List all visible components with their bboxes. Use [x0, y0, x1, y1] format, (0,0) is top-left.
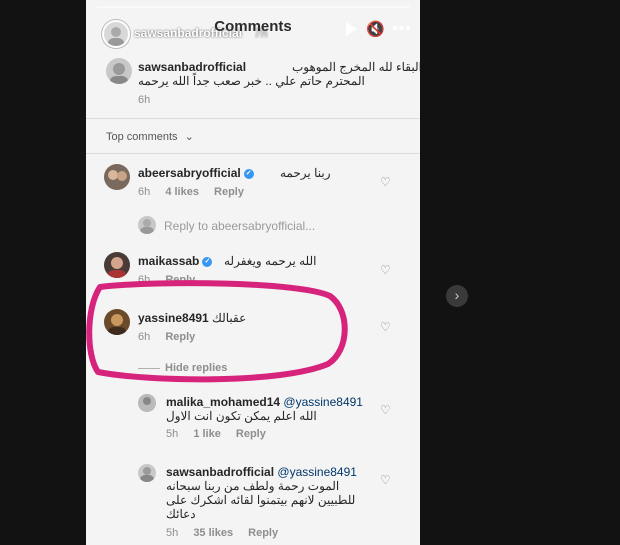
comment-username[interactable]: maikassab ✓ [138, 254, 213, 268]
mention-link[interactable]: @yassine8491 [277, 465, 357, 479]
comment-meta: 6h 4 likes Reply [138, 186, 256, 198]
avatar[interactable] [138, 394, 156, 412]
likes-count[interactable]: 1 like [193, 428, 221, 440]
reply-text-line1: الموت رحمة ولطف من ربنا سبحانه [166, 479, 340, 493]
heart-icon[interactable]: ♡ [380, 404, 392, 416]
avatar-photo-icon [110, 63, 128, 84]
caption-time: 6h [138, 94, 151, 106]
reply-row: sawsanbadrofficial @yassine8491 الموت رح… [86, 462, 420, 542]
comment-row: maikassab ✓ الله يرحمه ويغفرله 6h Reply ♡ [86, 250, 420, 290]
mute-icon[interactable]: 🔇 [366, 22, 385, 38]
avatar-photo-icon [140, 467, 154, 482]
play-icon[interactable] [346, 22, 357, 36]
reply-time: 5h [166, 428, 179, 440]
avatar[interactable] [138, 464, 156, 482]
reply-button[interactable]: Reply [236, 428, 266, 440]
comment-time: 6h [138, 186, 151, 198]
reply-time: 5h [166, 527, 179, 539]
next-story-button[interactable]: › [446, 285, 468, 307]
reply-text-line3: دعائك [166, 507, 196, 521]
heart-icon[interactable]: ♡ [380, 264, 392, 276]
likes-count[interactable]: 35 likes [193, 527, 233, 539]
sort-dropdown[interactable]: Top comments ⌄ [106, 130, 194, 143]
screenshot-stage: sawsanbadrofficial 7h Comments 🔇 ••• saw… [0, 0, 620, 545]
reply-text-line2: للطبيين لانهم بيتمنوا لقائه اشكرك على [166, 493, 356, 507]
chevron-down-icon: ⌄ [184, 131, 194, 143]
divider [138, 368, 160, 369]
avatar-photo-icon [104, 164, 130, 190]
comment-time: 6h [138, 331, 151, 343]
avatar-photo-icon [140, 219, 154, 234]
caption-username[interactable]: sawsanbadrofficial [138, 60, 246, 74]
story-header: sawsanbadrofficial 7h Comments 🔇 ••• [86, 0, 420, 60]
caption-text-line1: البقاء لله المخرج الموهوب [291, 60, 420, 74]
comment-meta: 6h Reply [138, 274, 207, 286]
reply-button[interactable]: Reply [248, 527, 278, 539]
comment-time: 6h [138, 274, 151, 286]
verified-badge-icon: ✓ [243, 168, 254, 179]
comment-username[interactable]: yassine8491 [138, 311, 209, 325]
reply-button[interactable]: Reply [165, 331, 195, 343]
verified-badge-icon: ✓ [202, 256, 213, 267]
avatar [138, 216, 156, 234]
comment-username-text[interactable]: abeersabryofficial [138, 166, 241, 180]
hide-replies-button[interactable]: Hide replies [165, 362, 227, 374]
reply-button[interactable]: Reply [214, 186, 244, 198]
mention-link[interactable]: @yassine8491 [283, 395, 363, 409]
reply-row: malika_mohamed14 @yassine8491 الله اعلم … [86, 392, 420, 442]
comment-username-text[interactable]: maikassab [138, 254, 199, 268]
avatar[interactable] [104, 309, 130, 335]
comment-row: yassine8491 عقبالك 6h Reply ♡ [86, 307, 420, 347]
reply-username-text[interactable]: sawsanbadrofficial [166, 465, 274, 479]
divider [86, 153, 420, 154]
reply-username[interactable]: sawsanbadrofficial @yassine8491 [166, 465, 357, 479]
caption-text-line2: المحترم حاتم علي .. خبر صعب جداً الله ير… [138, 74, 365, 88]
story-panel: sawsanbadrofficial 7h Comments 🔇 ••• saw… [86, 0, 420, 545]
comment-username[interactable]: abeersabryofficial ✓ [138, 166, 254, 180]
comment-text: الله يرحمه ويغفرله [224, 254, 317, 268]
reply-input-row: Reply to abeersabryofficial... [86, 214, 420, 236]
heart-icon[interactable]: ♡ [380, 176, 392, 188]
reply-input[interactable]: Reply to abeersabryofficial... [164, 219, 315, 233]
more-options-icon[interactable]: ••• [392, 21, 411, 38]
comment-text: عقبالك [212, 311, 247, 325]
sort-label: Top comments [106, 131, 178, 143]
reply-meta: 5h 35 likes Reply [166, 527, 290, 539]
divider [86, 118, 420, 119]
heart-icon[interactable]: ♡ [380, 321, 392, 333]
hide-replies-row: Hide replies [86, 360, 420, 376]
avatar[interactable] [106, 58, 132, 84]
avatar-photo-icon [104, 309, 130, 335]
reply-meta: 5h 1 like Reply [166, 428, 278, 440]
chevron-right-icon: › [454, 287, 460, 303]
comment-meta: 6h Reply [138, 331, 207, 343]
likes-count[interactable]: 4 likes [165, 186, 199, 198]
caption-row: sawsanbadrofficial البقاء لله المخرج الم… [86, 56, 420, 108]
avatar-photo-icon [138, 394, 156, 412]
story-progress-bar [96, 6, 410, 8]
avatar-photo-icon [104, 252, 130, 278]
avatar[interactable] [104, 252, 130, 278]
comment-text: ربنا يرحمه [280, 166, 331, 180]
comment-row: abeersabryofficial ✓ ربنا يرحمه 6h 4 like… [86, 162, 420, 202]
reply-username-text[interactable]: malika_mohamed14 [166, 395, 280, 409]
reply-username[interactable]: malika_mohamed14 @yassine8491 [166, 395, 363, 409]
reply-button[interactable]: Reply [165, 274, 195, 286]
heart-icon[interactable]: ♡ [380, 474, 392, 486]
avatar[interactable] [104, 164, 130, 190]
reply-text: الله اعلم يمكن تكون انت الاول [166, 409, 317, 423]
